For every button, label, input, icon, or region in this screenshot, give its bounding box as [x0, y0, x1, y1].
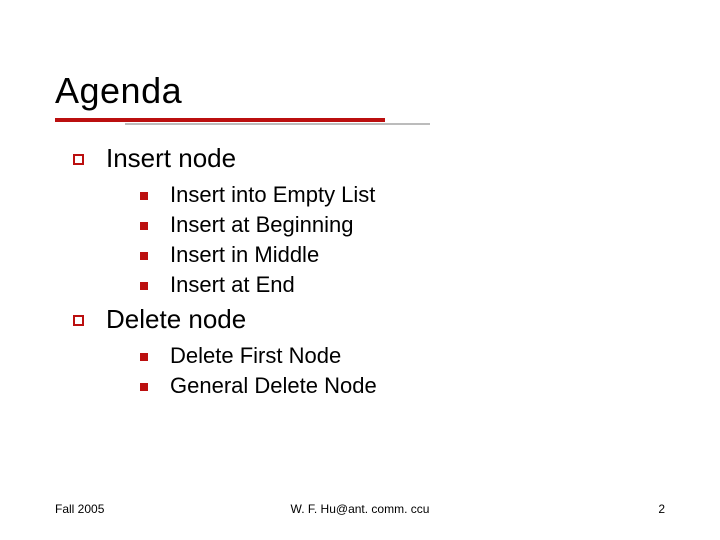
outline-sublabel: Insert in Middle [170, 242, 319, 268]
outline-subitem: Delete First Node [140, 343, 665, 369]
outline-sublabel: Insert at Beginning [170, 212, 353, 238]
outline-sublabel: Insert into Empty List [170, 182, 375, 208]
outline-subitem: Insert at Beginning [140, 212, 665, 238]
outline-item-delete-node: Delete node [73, 304, 665, 335]
slide: Agenda Insert node Insert into Empty Lis… [0, 0, 720, 540]
slide-title: Agenda [55, 70, 665, 112]
footer-left: Fall 2005 [55, 502, 104, 516]
outline-subitems-insert: Insert into Empty List Insert at Beginni… [140, 182, 665, 298]
outline-subitem: General Delete Node [140, 373, 665, 399]
slide-footer: Fall 2005 W. F. Hu@ant. comm. ccu 2 [0, 502, 720, 516]
outline-sublabel: Insert at End [170, 272, 295, 298]
square-bullet-icon [73, 154, 84, 165]
dot-bullet-icon [140, 222, 148, 230]
outline-sublabel: General Delete Node [170, 373, 377, 399]
square-bullet-icon [73, 315, 84, 326]
footer-center: W. F. Hu@ant. comm. ccu [291, 502, 430, 516]
dot-bullet-icon [140, 353, 148, 361]
outline-item-insert-node: Insert node [73, 143, 665, 174]
outline-subitems-delete: Delete First Node General Delete Node [140, 343, 665, 399]
slide-number: 2 [658, 502, 665, 516]
dot-bullet-icon [140, 282, 148, 290]
outline-subitem: Insert into Empty List [140, 182, 665, 208]
dot-bullet-icon [140, 383, 148, 391]
dot-bullet-icon [140, 252, 148, 260]
title-rule [55, 118, 665, 125]
outline-subitem: Insert at End [140, 272, 665, 298]
outline-label: Insert node [106, 143, 236, 174]
outline-label: Delete node [106, 304, 246, 335]
slide-body: Insert node Insert into Empty List Inser… [55, 143, 665, 399]
outline-sublabel: Delete First Node [170, 343, 341, 369]
outline-subitem: Insert in Middle [140, 242, 665, 268]
dot-bullet-icon [140, 192, 148, 200]
